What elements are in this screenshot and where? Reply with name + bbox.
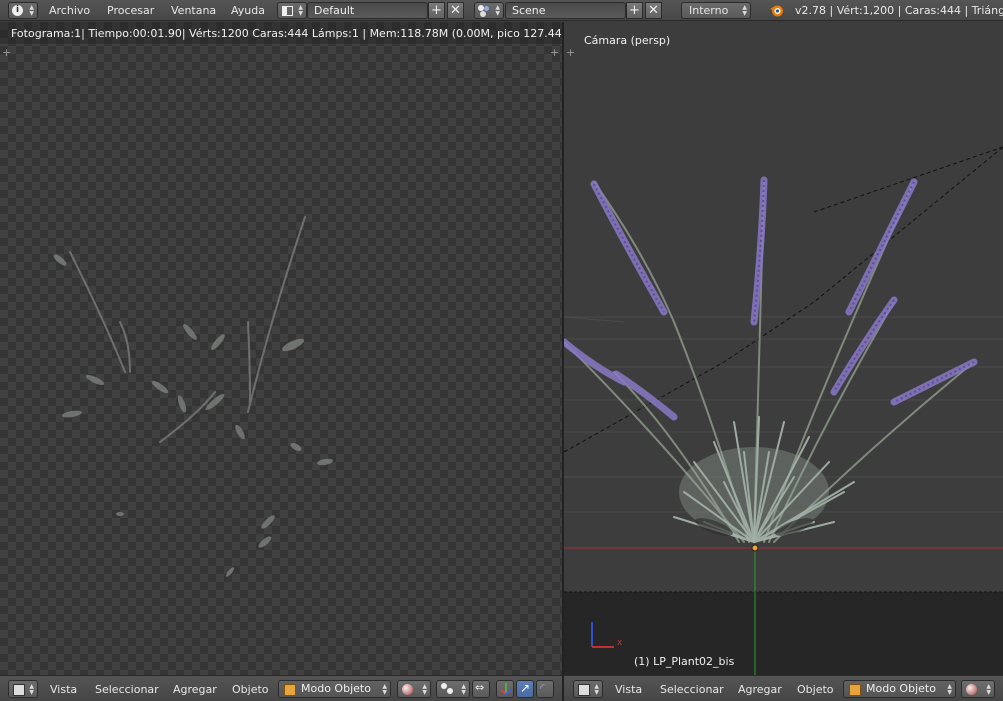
menu-vista[interactable]: Vista	[615, 683, 642, 697]
3d-viewport[interactable]: x Cámara (persp) (1) LP_Plant02_bis +	[564, 22, 1003, 675]
transform-manipulator-toggle[interactable]: ⇔	[472, 680, 490, 698]
render-engine-selector[interactable]: Interno ▲ ▼	[681, 2, 751, 19]
menu-objeto[interactable]: Objeto	[232, 683, 269, 697]
updown-arrows-icon: ▲ ▼	[422, 683, 427, 696]
info-icon: i	[12, 5, 23, 16]
editor-type-selector[interactable]: ▲ ▼	[573, 680, 603, 698]
scene-icon	[478, 5, 490, 17]
viewport-shading-selector[interactable]: ▲ ▼	[397, 680, 431, 698]
scene-field[interactable]: Scene	[505, 2, 626, 19]
menu-vista[interactable]: Vista	[50, 683, 77, 697]
menu-ayuda[interactable]: Ayuda	[231, 4, 265, 18]
render-engine-label: Interno	[689, 4, 729, 17]
add-scene-button[interactable]: +	[626, 2, 643, 19]
editor-cube-icon	[578, 684, 590, 696]
interaction-mode-label: Modo Objeto	[866, 682, 936, 695]
arc-icon: ◜	[540, 681, 545, 695]
solid-sphere-icon	[402, 684, 413, 695]
editor-type-selector[interactable]: i ▲ ▼	[8, 2, 38, 19]
screen-layout-browse-button[interactable]: ▲ ▼	[277, 2, 307, 19]
object-mode-cube-icon	[284, 684, 296, 696]
screen-layout-field[interactable]: Default	[307, 2, 428, 19]
render-result-view[interactable]: Fotograma:1| Tiempo:00:01.90| Vérts:1200…	[0, 22, 562, 675]
active-object-label: (1) LP_Plant02_bis	[634, 655, 735, 668]
menu-agregar[interactable]: Agregar	[173, 683, 217, 697]
layout-grid-icon	[282, 6, 293, 16]
rotate-manipulator-button[interactable]: ↗	[516, 680, 534, 698]
menu-objeto[interactable]: Objeto	[797, 683, 834, 697]
updown-arrows-icon: ▲ ▼	[594, 683, 599, 696]
updown-arrows-icon: ▲ ▼	[495, 4, 500, 17]
solid-sphere-icon	[966, 684, 977, 695]
3d-view-header: ▲ ▼ Vista Seleccionar Agregar Objeto Modo…	[564, 675, 1003, 701]
menu-procesar[interactable]: Procesar	[107, 4, 154, 18]
manipulator-arrows-icon: ⇔	[475, 681, 485, 694]
pivot-point-selector[interactable]: ▲ ▼	[436, 680, 470, 698]
menu-archivo[interactable]: Archivo	[49, 4, 90, 18]
interaction-mode-label: Modo Objeto	[301, 682, 371, 695]
object-mode-cube-icon	[849, 684, 861, 696]
axis-x-label: x	[617, 638, 623, 648]
scale-manipulator-button[interactable]: ◜	[536, 680, 554, 698]
image-editor-header: ▲ ▼ Vista Seleccionar Agregar Objeto Modo…	[0, 675, 562, 701]
translate-manipulator-button[interactable]	[496, 680, 514, 698]
menu-agregar[interactable]: Agregar	[738, 683, 782, 697]
area-corner-icon[interactable]: +	[566, 47, 575, 58]
scene-statistics: v2.78 | Vért:1,200 | Caras:444 | Triáng:…	[795, 4, 1003, 17]
render-plant-image	[53, 216, 333, 577]
viewport-camera-label: Cámara (persp)	[584, 34, 671, 47]
interaction-mode-selector[interactable]: Modo Objeto ▲ ▼	[843, 680, 956, 698]
menu-seleccionar[interactable]: Seleccionar	[95, 683, 159, 697]
viewport-shading-selector[interactable]: ▲ ▼	[961, 680, 995, 698]
add-layout-button[interactable]: +	[428, 2, 445, 19]
info-header: i ▲ ▼ Archivo Procesar Ventana Ayuda ▲ ▼ D…	[0, 0, 1003, 21]
delete-scene-button[interactable]: ✕	[645, 2, 662, 19]
interaction-mode-selector[interactable]: Modo Objeto ▲ ▼	[278, 680, 391, 698]
updown-arrows-icon: ▲ ▼	[742, 4, 747, 17]
viewport-scene	[564, 146, 1003, 675]
scene-browse-button[interactable]: ▲ ▼	[474, 2, 504, 19]
updown-arrows-icon: ▲ ▼	[947, 683, 952, 696]
updown-arrows-icon: ▲ ▼	[29, 4, 34, 17]
updown-arrows-icon: ▲ ▼	[986, 683, 991, 696]
updown-arrows-icon: ▲ ▼	[382, 683, 387, 696]
axes-icon	[500, 682, 512, 698]
pivot-icon	[441, 683, 453, 695]
arrow-icon: ↗	[520, 681, 531, 695]
editor-type-selector[interactable]: ▲ ▼	[8, 680, 38, 698]
editor-cube-icon	[13, 684, 25, 696]
updown-arrows-icon: ▲ ▼	[461, 683, 466, 696]
blender-logo-icon	[769, 3, 784, 18]
updown-arrows-icon: ▲ ▼	[298, 4, 303, 17]
menu-ventana[interactable]: Ventana	[171, 4, 216, 18]
delete-layout-button[interactable]: ✕	[447, 2, 464, 19]
updown-arrows-icon: ▲ ▼	[29, 683, 34, 696]
menu-seleccionar[interactable]: Seleccionar	[660, 683, 724, 697]
